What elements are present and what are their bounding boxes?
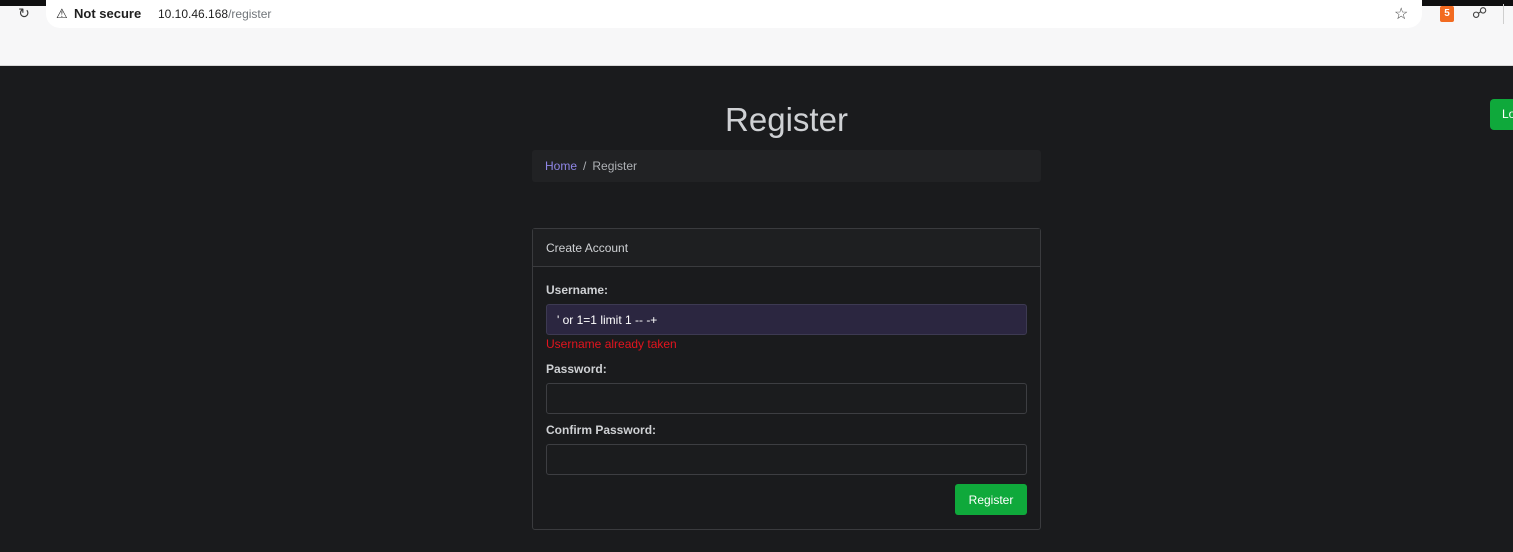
warning-icon[interactable]: ⚠ (56, 6, 68, 22)
bookmark-star-icon[interactable]: ☆ (1394, 4, 1408, 24)
confirm-password-label: Confirm Password: (546, 423, 657, 437)
register-button[interactable]: Register (955, 484, 1027, 515)
reload-icon[interactable]: ↻ (16, 5, 32, 21)
url-path: /register (228, 7, 272, 21)
extension-icon[interactable]: 5 (1440, 6, 1454, 22)
breadcrumb: Home / Register (532, 150, 1041, 182)
username-label: Username: (546, 283, 609, 297)
password-input[interactable] (546, 383, 1027, 414)
breadcrumb-current: Register (592, 159, 638, 173)
security-label[interactable]: Not secure (74, 6, 141, 21)
extensions-puzzle-icon[interactable]: ☍ (1472, 4, 1487, 22)
breadcrumb-separator: / (583, 159, 587, 173)
card-title: Create Account (533, 229, 1040, 267)
create-account-card: Create Account Username: Username alread… (532, 228, 1041, 530)
confirm-password-input[interactable] (546, 444, 1027, 475)
username-input[interactable] (546, 304, 1027, 335)
username-error: Username already taken (546, 337, 677, 351)
browser-toolbar: ↻ ⚠ Not secure 10.10.46.168/register ☆ 5… (0, 0, 1513, 66)
url-host: 10.10.46.168 (158, 7, 229, 21)
page-title: Register (725, 101, 848, 138)
password-label: Password: (546, 362, 607, 376)
toolbar-divider (1503, 4, 1504, 24)
address-bar[interactable]: ⚠ Not secure 10.10.46.168/register (46, 0, 1422, 28)
breadcrumb-home-link[interactable]: Home (545, 159, 577, 173)
url-text[interactable]: 10.10.46.168/register (158, 7, 271, 21)
